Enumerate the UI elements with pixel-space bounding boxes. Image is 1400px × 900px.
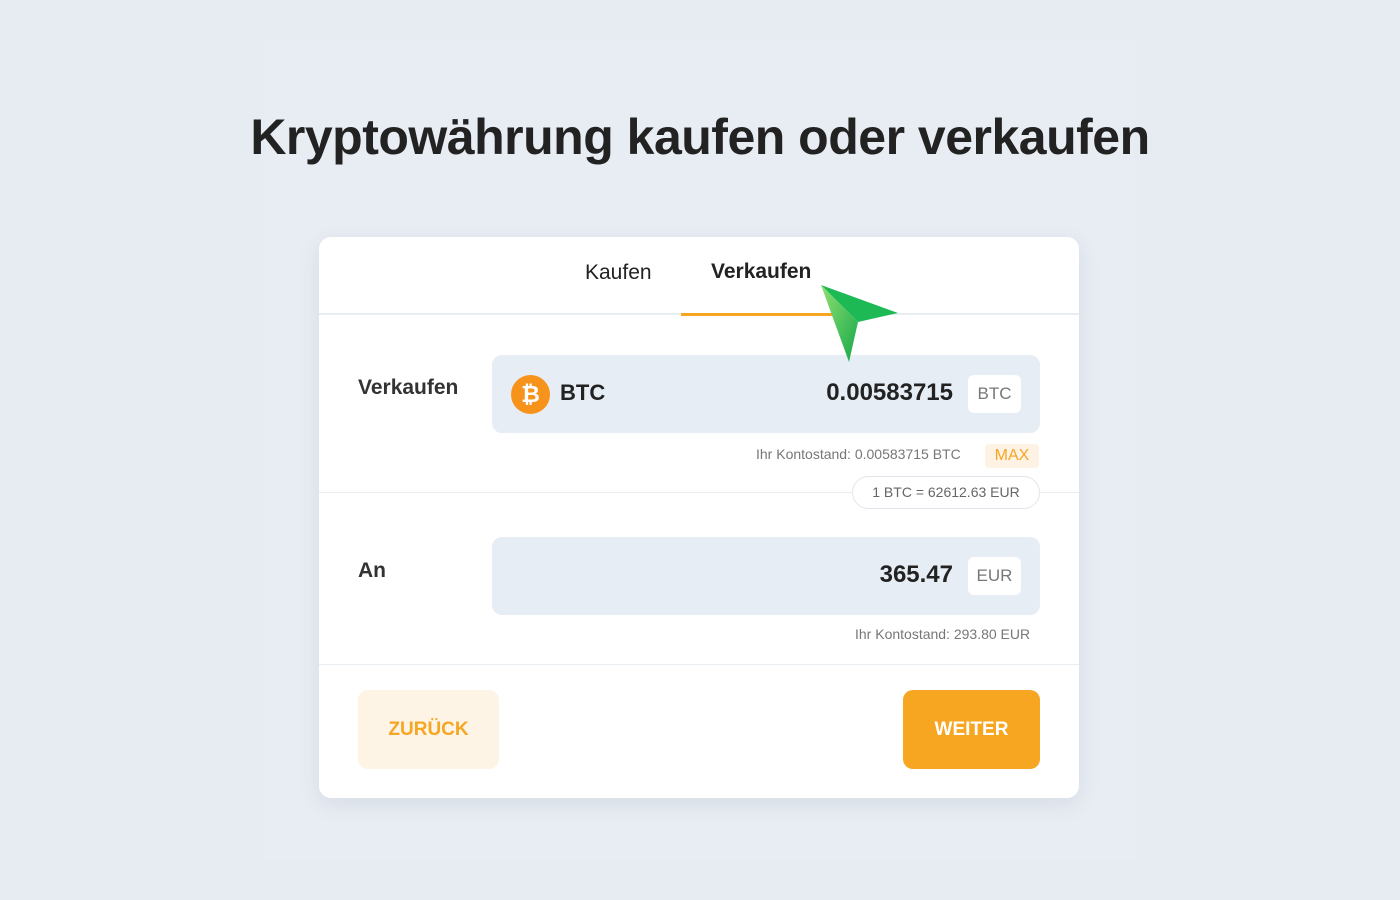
sell-balance-text: Ihr Kontostand: 0.00583715 BTC	[756, 446, 961, 462]
pointer-cursor-icon	[821, 285, 898, 362]
next-button[interactable]: WEITER	[903, 690, 1040, 769]
sell-amount-field[interactable]: ₿ BTC 0.00583715 BTC	[492, 355, 1040, 433]
back-button[interactable]: ZURÜCK	[358, 690, 499, 769]
receive-unit-badge: EUR	[968, 557, 1021, 595]
active-tab-indicator	[681, 313, 833, 316]
receive-balance-text: Ihr Kontostand: 293.80 EUR	[855, 626, 1031, 642]
tab-verkaufen[interactable]: Verkaufen	[711, 260, 811, 284]
sell-row-label: Verkaufen	[358, 376, 459, 399]
sell-amount-value[interactable]: 0.00583715	[826, 379, 953, 407]
tab-bar: Kaufen Verkaufen	[319, 237, 1079, 316]
max-button[interactable]: MAX	[985, 444, 1039, 468]
tab-kaufen[interactable]: Kaufen	[585, 261, 652, 285]
trade-card: Kaufen Verkaufen Verkaufen ₿ BTC 0.00583…	[319, 237, 1079, 798]
coin-symbol: BTC	[560, 380, 606, 405]
footer-divider	[319, 664, 1079, 665]
to-row-label: An	[358, 559, 386, 582]
exchange-rate-pill: 1 BTC = 62612.63 EUR	[852, 476, 1040, 509]
sell-unit-badge: BTC	[968, 375, 1021, 413]
page-title: Kryptowährung kaufen oder verkaufen	[250, 109, 1150, 165]
receive-amount-value[interactable]: 365.47	[880, 561, 953, 589]
receive-amount-field[interactable]: 365.47 EUR	[492, 537, 1040, 615]
bitcoin-icon: ₿	[511, 375, 550, 414]
